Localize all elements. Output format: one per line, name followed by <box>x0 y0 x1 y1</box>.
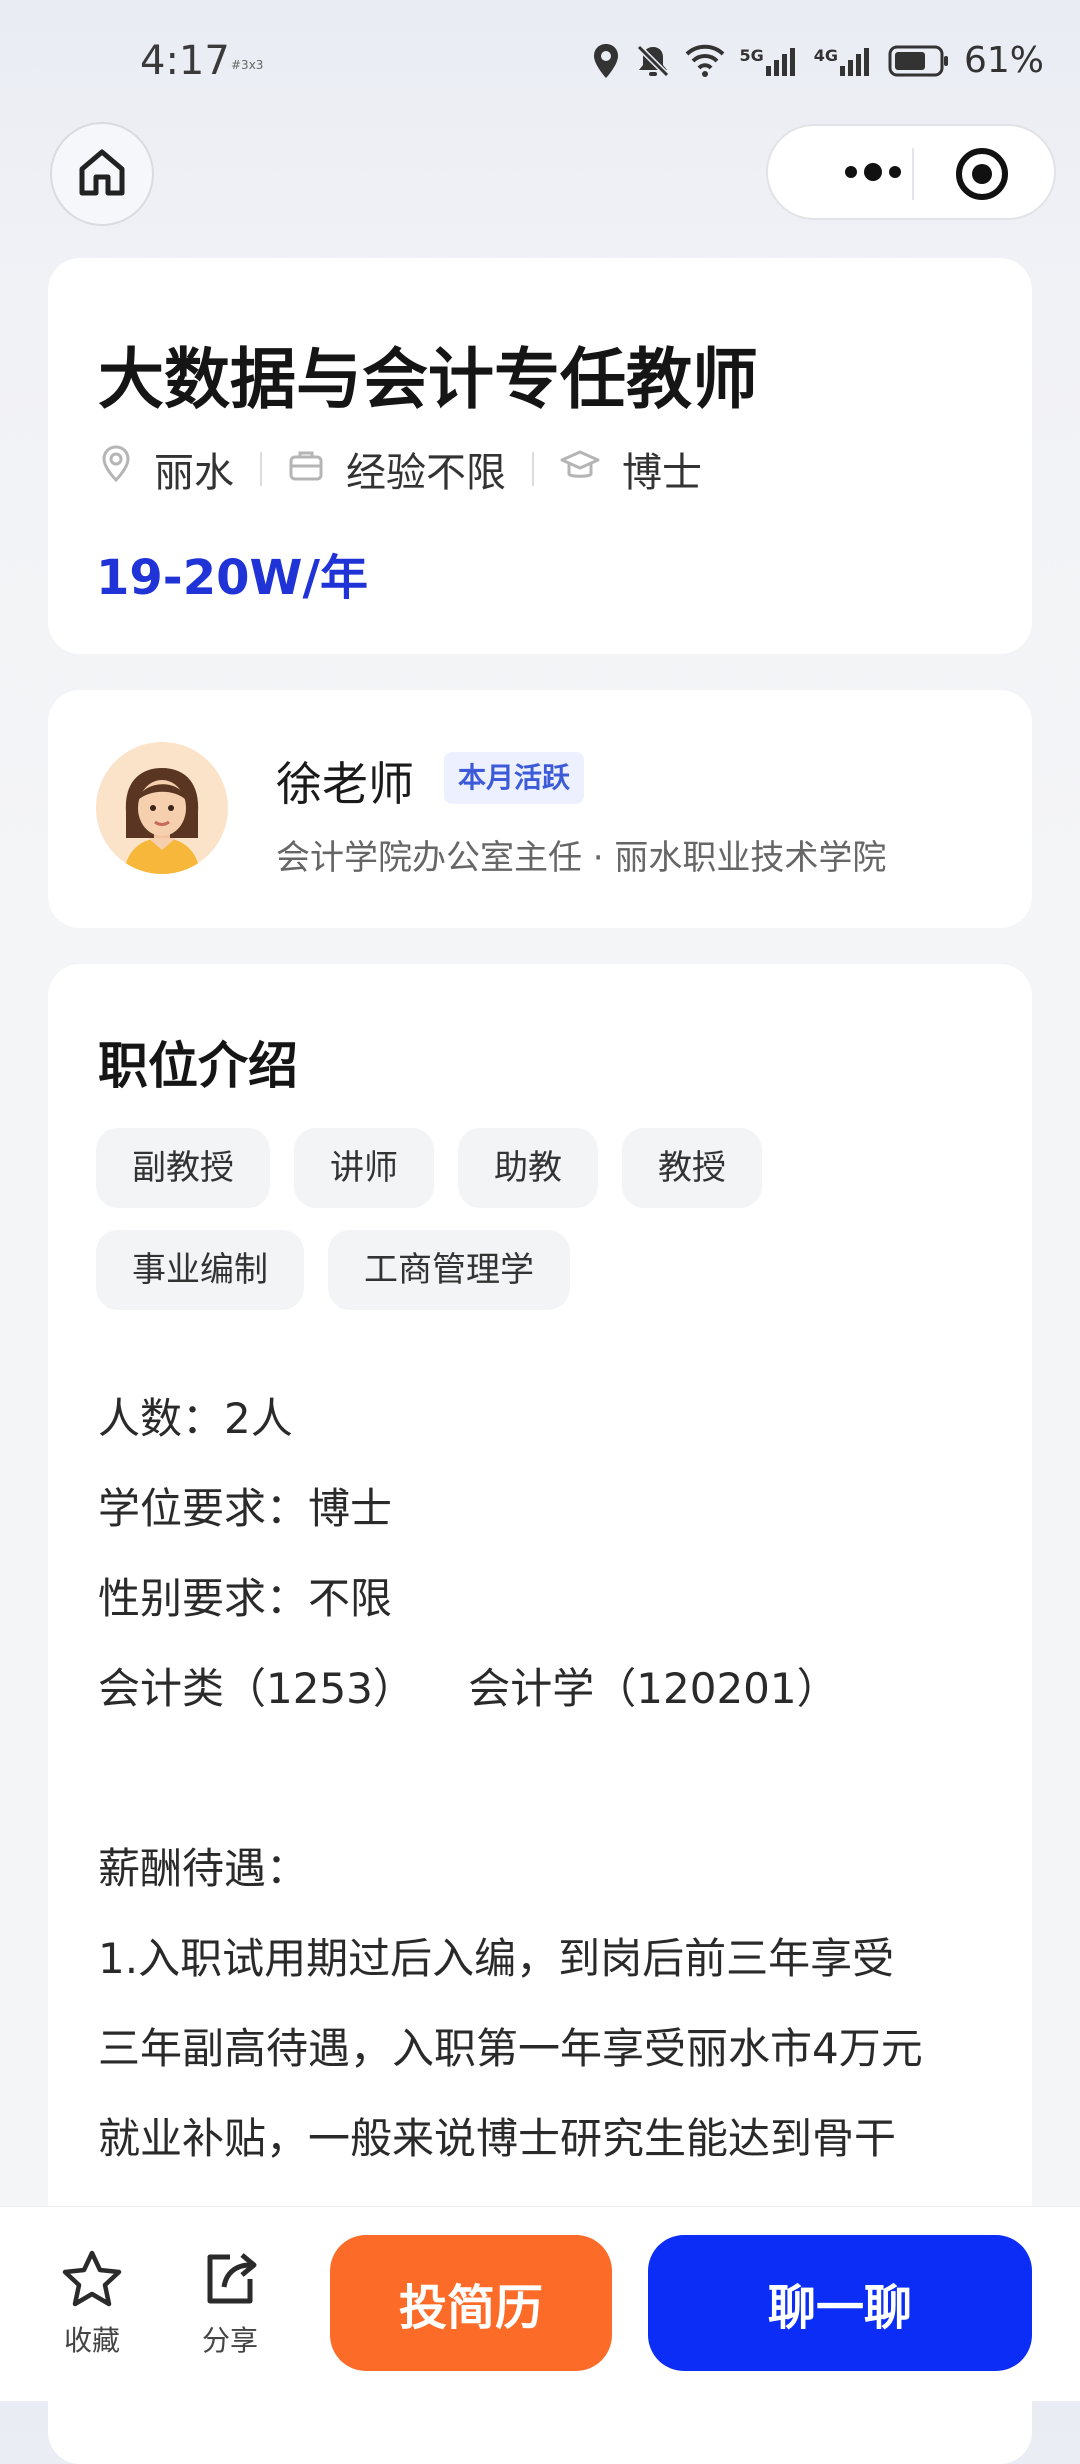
favorite-label: 收藏 <box>63 2324 120 2357</box>
job-location: 丽水 <box>100 440 234 498</box>
job-tag: 教授 <box>622 1128 762 1208</box>
job-location-text: 丽水 <box>154 450 234 496</box>
job-tag: 事业编制 <box>96 1230 304 1310</box>
job-tags: 副教授 讲师 助教 教授 事业编制 工商管理学 <box>96 1128 816 1310</box>
description-line: 性别要求：不限 <box>98 1574 393 1623</box>
description-line: 会计类（1253） 会计学（120201） <box>98 1664 839 1713</box>
job-experience-text: 经验不限 <box>346 450 506 496</box>
description-line: 人数：2人 <box>98 1394 293 1443</box>
bottom-action-bar: 收藏 分享 投简历 聊一聊 <box>0 2206 1080 2401</box>
meta-divider <box>532 452 534 486</box>
job-title: 大数据与会计专任教师 <box>98 341 758 418</box>
graduation-cap-icon <box>560 446 600 492</box>
description-line: 就业补贴，一般来说博士研究生能达到骨干 <box>98 2114 897 2163</box>
job-tag: 工商管理学 <box>328 1230 570 1310</box>
share-button[interactable]: 分享 <box>190 2249 270 2359</box>
signal-4g-icon: 4G <box>814 46 874 76</box>
briefcase-icon <box>288 446 324 492</box>
avatar <box>96 742 228 874</box>
job-tag: 讲师 <box>294 1128 434 1208</box>
description-line: 学位要求：博士 <box>98 1484 393 1533</box>
home-icon <box>76 147 128 201</box>
target-icon <box>954 148 1010 206</box>
recruiter-name: 徐老师 <box>276 757 414 811</box>
more-button[interactable] <box>808 152 938 196</box>
signal-5g-icon: 5G <box>739 46 799 76</box>
description-line: 1.入职试用期过后入编，到岗后前三年享受 <box>98 1934 895 1983</box>
favorite-button[interactable]: 收藏 <box>52 2249 132 2359</box>
submit-resume-button[interactable]: 投简历 <box>330 2235 612 2371</box>
job-tag: 副教授 <box>96 1128 270 1208</box>
job-education-text: 博士 <box>622 450 702 496</box>
more-dots-icon <box>843 162 903 186</box>
share-icon <box>200 2249 260 2313</box>
description-line <box>98 1734 998 1824</box>
job-tag: 助教 <box>458 1128 598 1208</box>
job-header-card: 大数据与会计专任教师 丽水 经验不限 博士 19-20W/年 <box>48 258 1032 654</box>
job-education: 博士 <box>560 440 702 498</box>
capsule-divider <box>912 148 914 200</box>
job-meta: 丽水 经验不限 博士 <box>100 440 702 498</box>
recruiter-organization: 会计学院办公室主任 · 丽水职业技术学院 <box>276 838 887 878</box>
description-line: 三年副高待遇，入职第一年享受丽水市4万元 <box>98 2024 923 2073</box>
job-description: 人数：2人 学位要求：博士 性别要求：不限 会计类（1253） 会计学（1202… <box>98 1374 998 2274</box>
battery-icon <box>888 44 950 78</box>
job-experience: 经验不限 <box>288 440 506 498</box>
meta-divider <box>260 452 262 486</box>
battery-percent: 61% <box>963 40 1044 81</box>
status-time: 4:17 <box>140 38 230 84</box>
active-status-badge: 本月活跃 <box>444 752 585 804</box>
wifi-icon <box>685 44 725 78</box>
location-pin-icon <box>100 444 132 494</box>
home-button[interactable] <box>50 122 154 226</box>
share-label: 分享 <box>201 2324 258 2357</box>
mini-program-capsule <box>766 124 1056 220</box>
job-salary: 19-20W/年 <box>96 550 368 606</box>
close-miniprogram-button[interactable] <box>954 146 1010 202</box>
chat-button[interactable]: 聊一聊 <box>648 2235 1032 2371</box>
location-icon <box>591 42 621 80</box>
description-line: 薪酬待遇： <box>98 1844 309 1893</box>
recruiter-card[interactable]: 徐老师 本月活跃 会计学院办公室主任 · 丽水职业技术学院 <box>48 690 1032 928</box>
status-bar: 4:17 #3x3 5G 4G 61% <box>0 0 1080 130</box>
status-time-sub: #3x3 <box>231 58 264 72</box>
section-title: 职位介绍 <box>98 1037 298 1095</box>
mute-bell-icon <box>635 43 671 79</box>
star-icon <box>61 2249 123 2313</box>
status-icons: 5G 4G 61% <box>591 40 1044 81</box>
